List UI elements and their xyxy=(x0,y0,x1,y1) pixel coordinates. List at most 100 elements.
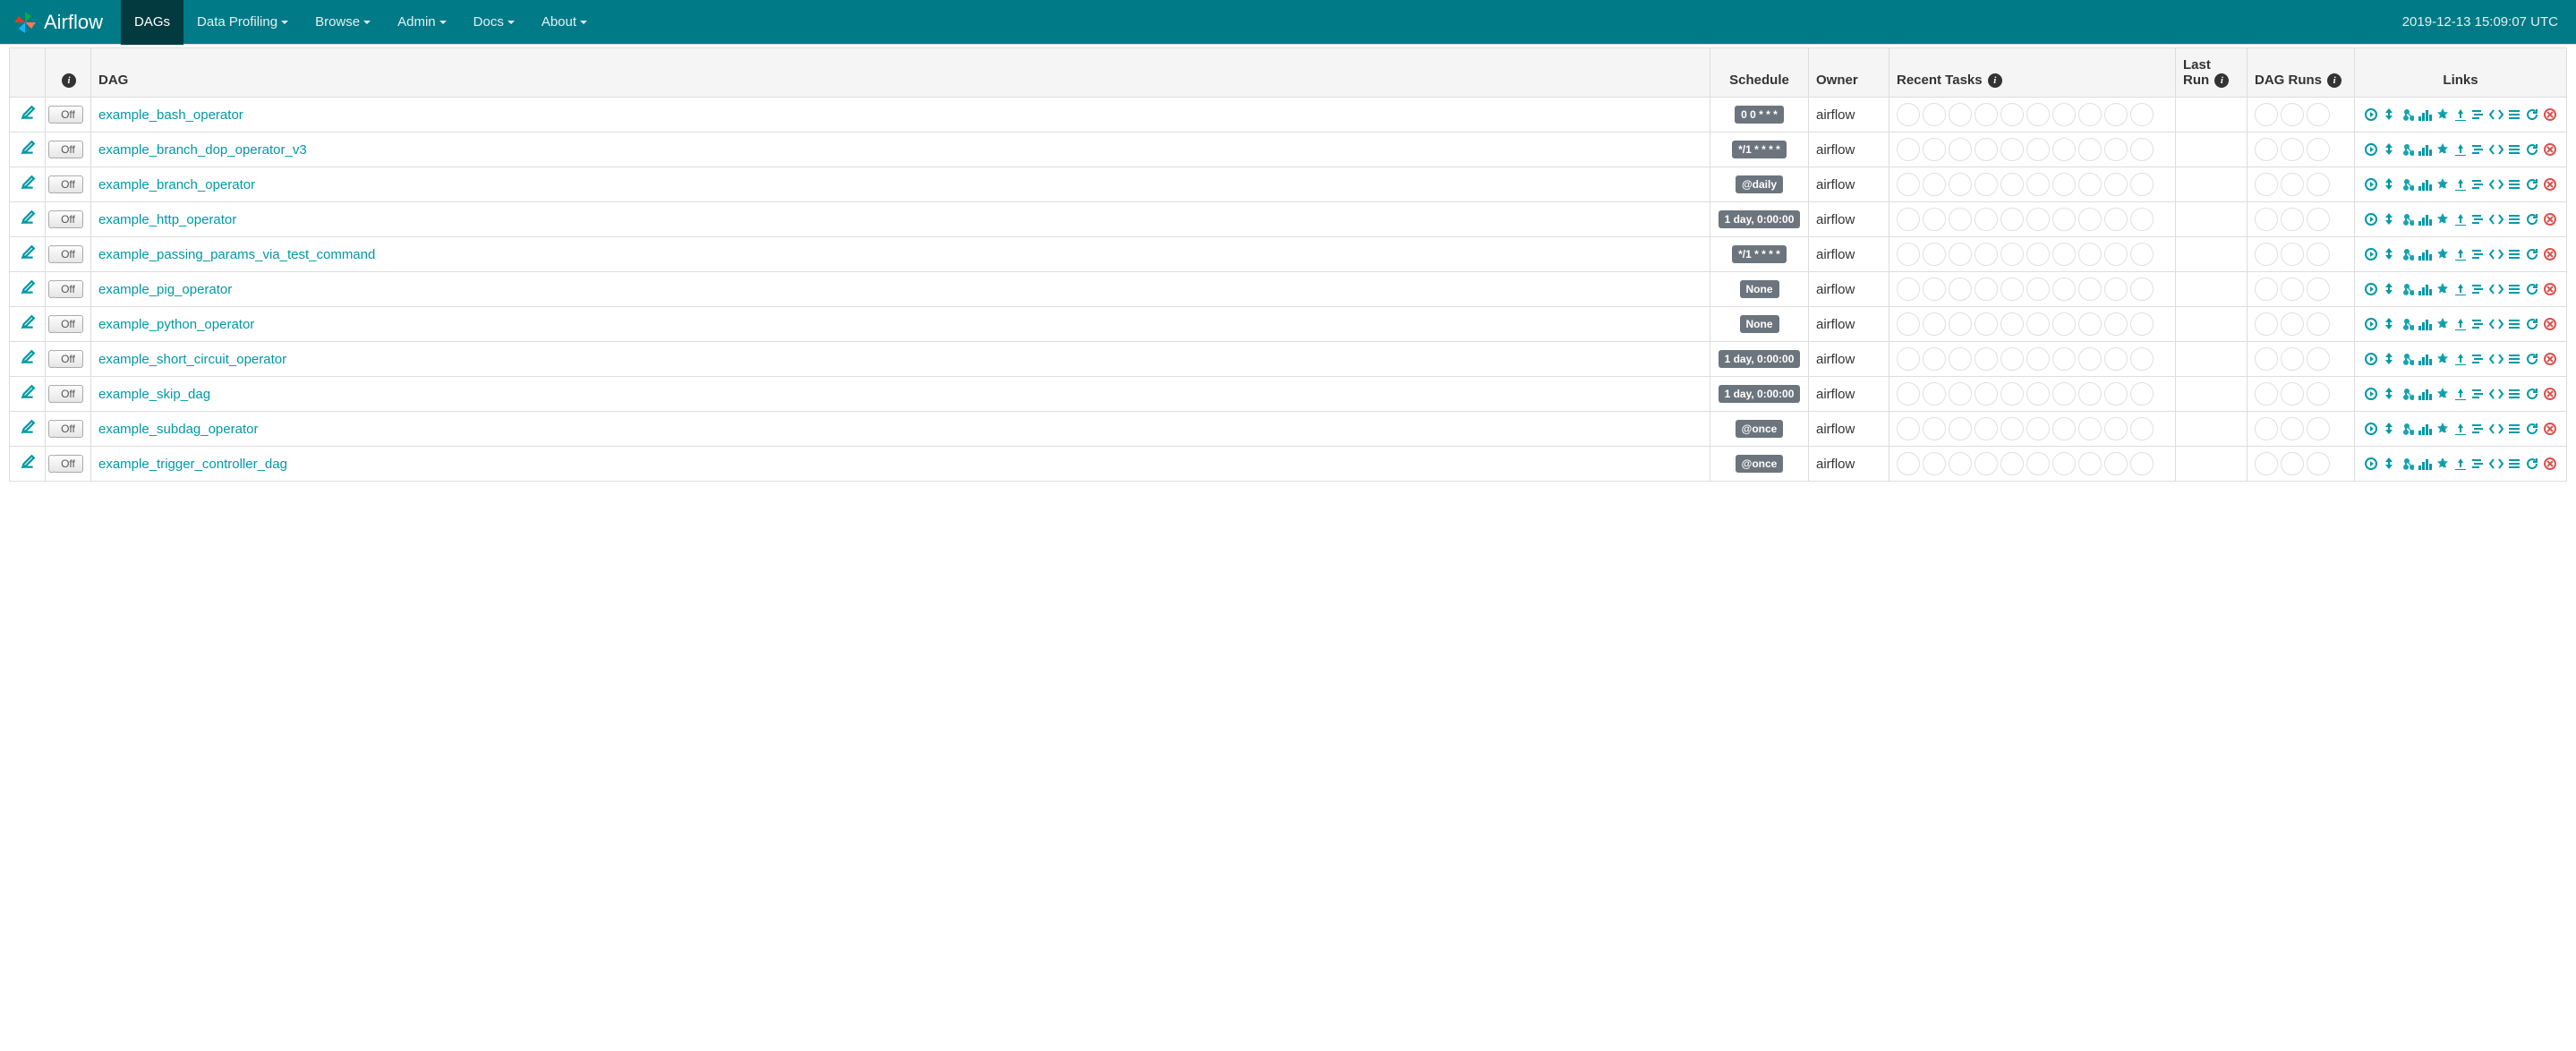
header-last-run[interactable]: Last Run i xyxy=(2176,48,2248,98)
edit-dag-icon[interactable] xyxy=(20,384,36,400)
status-circle[interactable] xyxy=(2307,208,2330,231)
gantt-icon[interactable] xyxy=(2470,316,2486,332)
trigger-dag-icon[interactable] xyxy=(2363,316,2379,332)
status-circle[interactable] xyxy=(2130,208,2154,231)
dag-toggle[interactable]: Off xyxy=(53,315,83,333)
status-circle[interactable] xyxy=(2104,347,2128,371)
gantt-icon[interactable] xyxy=(2470,107,2486,123)
status-circle[interactable] xyxy=(1975,312,1998,336)
nav-item-docs[interactable]: Docs xyxy=(460,0,528,45)
dag-toggle[interactable]: Off xyxy=(53,106,83,124)
refresh-icon[interactable] xyxy=(2524,107,2540,123)
trigger-dag-icon[interactable] xyxy=(2363,107,2379,123)
status-circle[interactable] xyxy=(2000,138,2024,161)
status-circle[interactable] xyxy=(1949,138,1972,161)
status-circle[interactable] xyxy=(1975,243,1998,266)
delete-dag-icon[interactable] xyxy=(2542,141,2558,158)
status-circle[interactable] xyxy=(1897,243,1920,266)
status-circle[interactable] xyxy=(1897,452,1920,475)
graph-view-icon[interactable] xyxy=(2399,211,2415,227)
delete-dag-icon[interactable] xyxy=(2542,456,2558,472)
refresh-icon[interactable] xyxy=(2524,176,2540,192)
status-circle[interactable] xyxy=(2104,103,2128,126)
nav-item-data-profiling[interactable]: Data Profiling xyxy=(183,0,302,45)
status-circle[interactable] xyxy=(1897,278,1920,301)
status-circle[interactable] xyxy=(1949,103,1972,126)
status-circle[interactable] xyxy=(2255,347,2278,371)
code-icon[interactable] xyxy=(2488,141,2504,158)
header-dag[interactable]: DAG xyxy=(91,48,1710,98)
code-icon[interactable] xyxy=(2488,421,2504,437)
status-circle[interactable] xyxy=(2052,417,2076,440)
task-duration-icon[interactable] xyxy=(2417,211,2433,227)
status-circle[interactable] xyxy=(2000,243,2024,266)
refresh-icon[interactable] xyxy=(2524,316,2540,332)
status-circle[interactable] xyxy=(1949,278,1972,301)
status-circle[interactable] xyxy=(2130,382,2154,406)
code-icon[interactable] xyxy=(2488,316,2504,332)
logs-icon[interactable] xyxy=(2506,421,2522,437)
status-circle[interactable] xyxy=(2255,243,2278,266)
status-circle[interactable] xyxy=(2078,208,2102,231)
landing-times-icon[interactable] xyxy=(2452,386,2469,402)
trigger-dag-icon[interactable] xyxy=(2363,176,2379,192)
tree-view-icon[interactable] xyxy=(2381,386,2397,402)
status-circle[interactable] xyxy=(1923,208,1946,231)
status-circle[interactable] xyxy=(1975,452,1998,475)
dag-toggle[interactable]: Off xyxy=(53,455,83,473)
schedule-label[interactable]: */1 * * * * xyxy=(1732,245,1787,263)
code-icon[interactable] xyxy=(2488,456,2504,472)
status-circle[interactable] xyxy=(1949,243,1972,266)
status-circle[interactable] xyxy=(2104,312,2128,336)
info-icon[interactable]: i xyxy=(2214,73,2229,88)
status-circle[interactable] xyxy=(2307,243,2330,266)
task-tries-icon[interactable] xyxy=(2435,246,2451,262)
status-circle[interactable] xyxy=(2052,138,2076,161)
tree-view-icon[interactable] xyxy=(2381,107,2397,123)
graph-view-icon[interactable] xyxy=(2399,107,2415,123)
status-circle[interactable] xyxy=(2307,347,2330,371)
gantt-icon[interactable] xyxy=(2470,456,2486,472)
status-circle[interactable] xyxy=(1975,278,1998,301)
status-circle[interactable] xyxy=(1975,417,1998,440)
status-circle[interactable] xyxy=(1975,173,1998,196)
delete-dag-icon[interactable] xyxy=(2542,107,2558,123)
refresh-icon[interactable] xyxy=(2524,281,2540,297)
tree-view-icon[interactable] xyxy=(2381,281,2397,297)
edit-dag-icon[interactable] xyxy=(20,209,36,226)
status-circle[interactable] xyxy=(2000,173,2024,196)
graph-view-icon[interactable] xyxy=(2399,246,2415,262)
task-duration-icon[interactable] xyxy=(2417,281,2433,297)
task-duration-icon[interactable] xyxy=(2417,421,2433,437)
status-circle[interactable] xyxy=(2078,417,2102,440)
dag-toggle[interactable]: Off xyxy=(53,385,83,403)
trigger-dag-icon[interactable] xyxy=(2363,141,2379,158)
status-circle[interactable] xyxy=(2052,278,2076,301)
status-circle[interactable] xyxy=(1949,173,1972,196)
landing-times-icon[interactable] xyxy=(2452,351,2469,367)
schedule-label[interactable]: @once xyxy=(1736,455,1784,473)
status-circle[interactable] xyxy=(1897,173,1920,196)
logs-icon[interactable] xyxy=(2506,211,2522,227)
status-circle[interactable] xyxy=(1923,173,1946,196)
refresh-icon[interactable] xyxy=(2524,456,2540,472)
status-circle[interactable] xyxy=(1975,208,1998,231)
status-circle[interactable] xyxy=(2255,382,2278,406)
task-duration-icon[interactable] xyxy=(2417,176,2433,192)
status-circle[interactable] xyxy=(1975,347,1998,371)
status-circle[interactable] xyxy=(2026,278,2050,301)
gantt-icon[interactable] xyxy=(2470,211,2486,227)
gantt-icon[interactable] xyxy=(2470,386,2486,402)
status-circle[interactable] xyxy=(2307,417,2330,440)
code-icon[interactable] xyxy=(2488,107,2504,123)
status-circle[interactable] xyxy=(2026,312,2050,336)
status-circle[interactable] xyxy=(2078,173,2102,196)
logs-icon[interactable] xyxy=(2506,351,2522,367)
status-circle[interactable] xyxy=(1897,103,1920,126)
info-icon[interactable]: i xyxy=(2327,73,2341,88)
tree-view-icon[interactable] xyxy=(2381,176,2397,192)
status-circle[interactable] xyxy=(1949,452,1972,475)
header-owner[interactable]: Owner xyxy=(1809,48,1889,98)
status-circle[interactable] xyxy=(2000,347,2024,371)
edit-dag-icon[interactable] xyxy=(20,454,36,470)
